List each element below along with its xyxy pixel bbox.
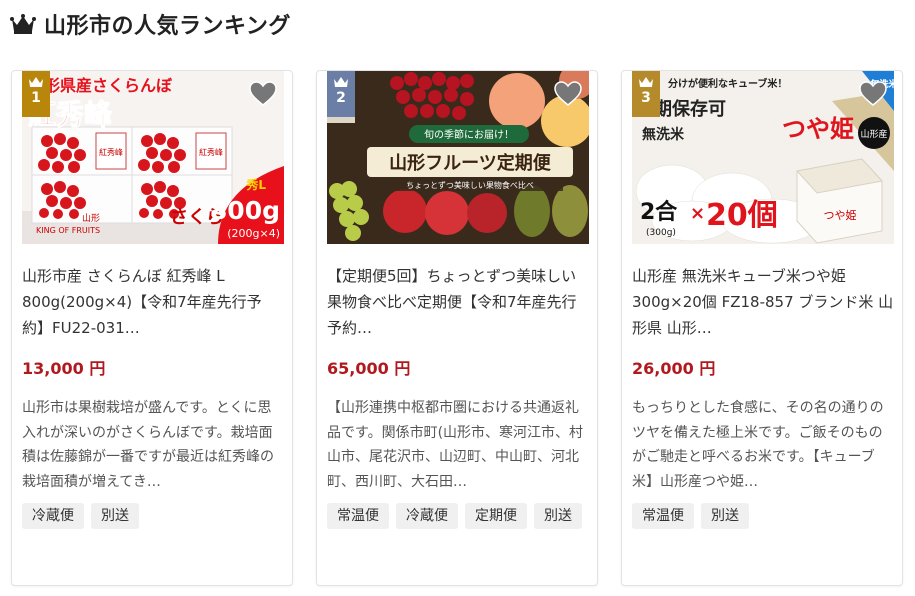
origin-label: 山形産 [860,128,887,140]
pack-label: つや姫 [824,208,857,222]
image-banner: 旬の季節にお届け！ [424,128,514,141]
badge-sub: (200g×4) [227,227,280,240]
count-text: 2合 [640,199,678,225]
favorite-heart-icon[interactable] [856,77,890,111]
page-title: 山形市の人気ランキング [44,14,291,39]
box-brand: 山形 [82,212,100,224]
tag-chip: 定期便 [465,503,527,529]
ranking-list: 1 紅秀峰 紅秀峰 山形県産さくらんぼ 紅秀峰 KING OF FRUITS 山… [11,70,903,586]
pack-label: 紅秀峰 [99,147,123,157]
pack-label: 紅秀峰 [199,147,223,157]
image-top-text: 無洗米 [642,126,685,143]
rank-badge: 2 [327,71,355,117]
count-x: × [690,203,705,224]
favorite-heart-icon[interactable] [551,77,585,111]
ranking-header: 山形市の人気ランキング [10,8,291,40]
ranking-card-3[interactable]: 3 無洗米 分けが便利なキューブ米！ 期保存可 無洗米 つや姫 山形産 [621,70,903,586]
favorite-heart-icon[interactable] [246,77,280,111]
product-price: 26,000 円 [632,359,716,378]
tag-chip: 別送 [701,503,749,529]
image-title: 山形フルーツ定期便 [389,152,552,174]
rank-number: 3 [641,90,651,106]
tag-list: 常温便 冷蔵便 定期便 別送 [327,503,589,529]
crown-icon [10,14,36,34]
product-image-cherries[interactable]: 紅秀峰 紅秀峰 山形県産さくらんぼ 紅秀峰 KING OF FRUITS 山形 … [22,71,284,244]
rank-number: 1 [31,90,41,106]
product-price: 65,000 円 [327,359,411,378]
image-top-text: 分けが便利なキューブ米！ [668,77,787,90]
tag-chip: 常温便 [327,503,389,529]
tag-list: 冷蔵便 別送 [22,503,284,529]
rank-badge: 1 [22,71,50,117]
count-number: 20個 [706,198,778,233]
box-text: KING OF FRUITS [36,226,100,235]
ranking-card-1[interactable]: 1 紅秀峰 紅秀峰 山形県産さくらんぼ 紅秀峰 KING OF FRUITS 山… [11,70,293,586]
tag-chip: 冷蔵便 [396,503,458,529]
product-price: 13,000 円 [22,359,106,378]
product-name[interactable]: 【定期便5回】ちょっとずつ美味しい果物食べ比べ定期便【令和7年産先行予約… [327,263,589,341]
product-image-rice[interactable]: 無洗米 分けが便利なキューブ米！ 期保存可 無洗米 つや姫 山形産 つや姫 2合… [632,71,894,244]
product-description: もっちりとした食感に、その名の通りのツヤを備えた極上米です。ご飯そのものがご馳走… [632,400,884,490]
crown-icon [334,77,348,87]
ranking-card-2[interactable]: 2 旬の季節にお届け！ 山形フルーツ定期便 ちょっとずつ美味しい果物食べ比べ 【… [316,70,598,586]
rank-number: 2 [336,90,346,106]
tag-chip: 別送 [91,503,139,529]
crown-icon [29,77,43,87]
count-sub: (300g) [646,228,676,238]
tag-chip: 常温便 [632,503,694,529]
tag-chip: 別送 [534,503,582,529]
product-name[interactable]: 山形産 無洗米キューブ米つや姫300g×20個 FZ18-857 ブランド米 山… [632,263,894,341]
rank-badge: 3 [632,71,660,117]
product-description: 【山形連携中枢都市圏における共通返礼品です。関係市町(山形市、寒河江市、村山市、… [327,400,584,490]
crown-icon [639,77,653,87]
brand-name: つや姫 [782,114,854,143]
product-image-fruits[interactable]: 便 5回 旬の季節にお届け！ 山形フルーツ定期便 ちょっとずつ美味しい果物食べ比… [327,71,589,244]
tag-chip: 冷蔵便 [22,503,84,529]
tag-list: 常温便 別送 [632,503,894,529]
badge-weight: 800g [210,196,280,225]
image-top-text: 期保存可 [654,98,726,120]
product-description: 山形市は果樹栽培が盛んです。とくに思入れが深いのがさくらんぼです。栽培面積は佐藤… [22,400,274,490]
image-subtitle: ちょっとずつ美味しい果物食べ比べ [406,180,534,190]
badge-grade: 秀L [245,177,266,192]
product-name[interactable]: 山形市産 さくらんぼ 紅秀峰 L 800g(200g×4)【令和7年産先行予約】… [22,263,284,341]
